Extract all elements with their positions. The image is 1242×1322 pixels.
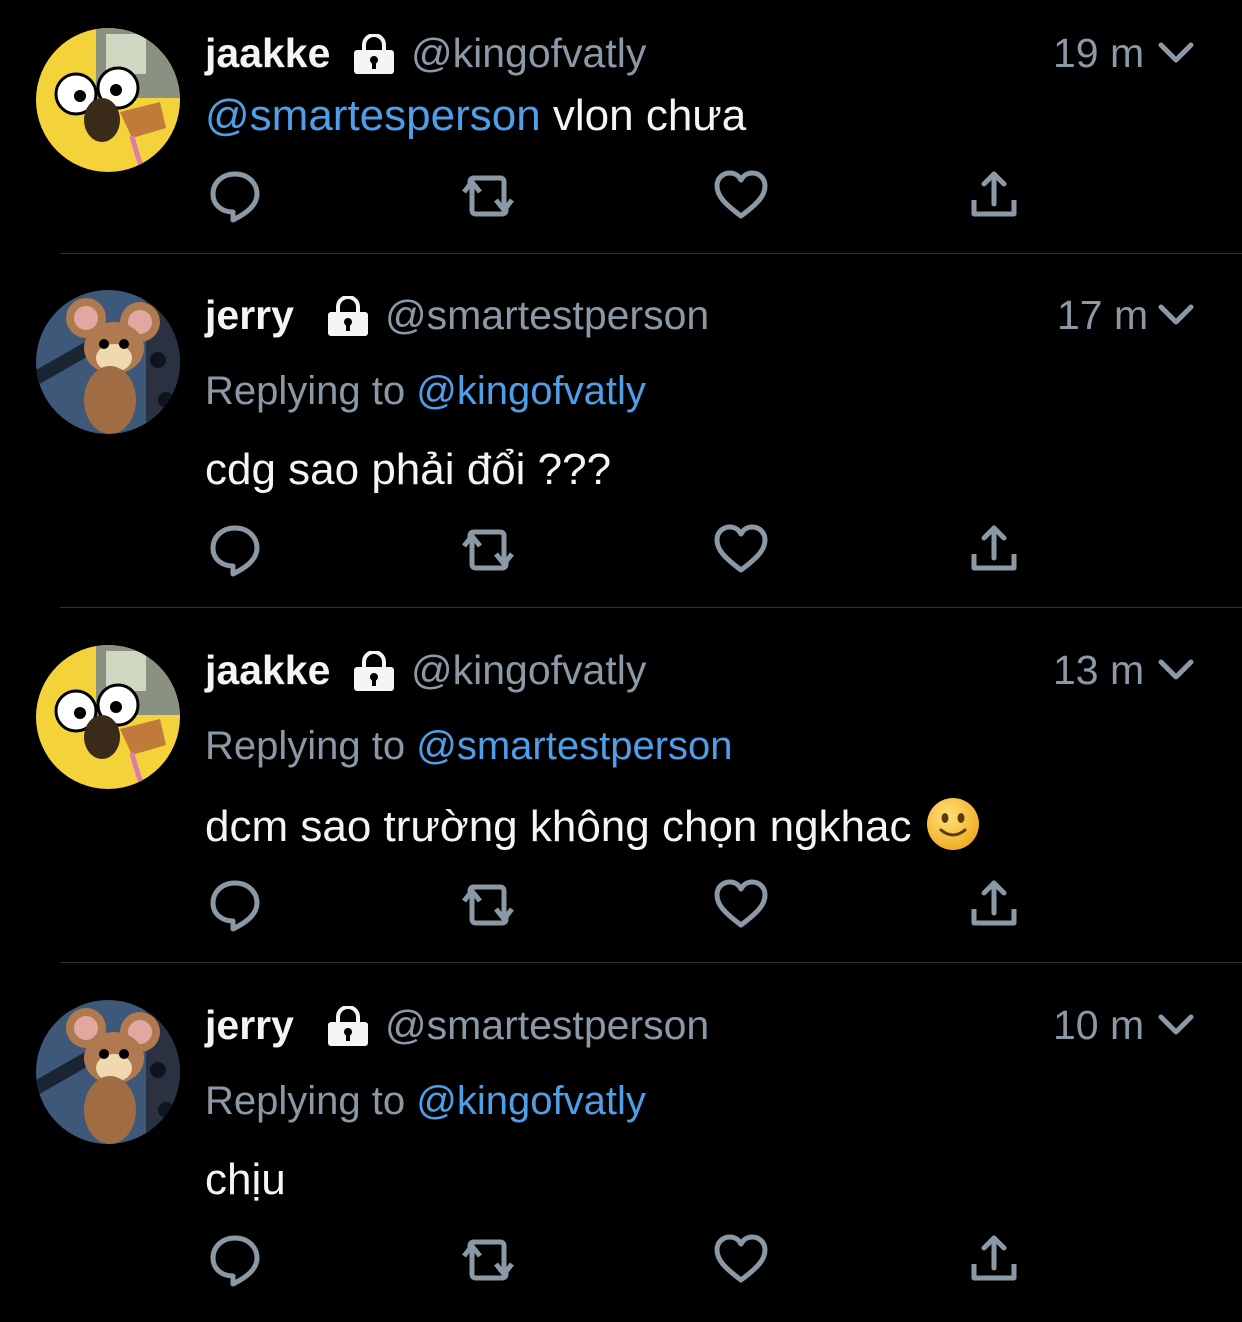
jerry-avatar-icon [36, 290, 180, 434]
retweet-icon [462, 175, 514, 217]
like-icon [714, 879, 768, 928]
like-button[interactable] [713, 522, 769, 578]
retweet-button[interactable] [460, 1232, 516, 1288]
display-name[interactable]: jerry [205, 1000, 294, 1050]
reply-button[interactable] [207, 1232, 263, 1288]
avatar[interactable] [36, 28, 180, 172]
tweet[interactable]: jaakke @kingofvatly 13 m Replying to @sm… [0, 608, 1242, 963]
chevron-down-icon[interactable] [1157, 1012, 1195, 1038]
timestamp: 10 m [1053, 1002, 1145, 1048]
share-button[interactable] [966, 168, 1022, 224]
retweet-icon [462, 884, 514, 926]
reply-icon [210, 525, 260, 577]
reply-icon [210, 1235, 260, 1287]
timestamp: 13 m [1053, 647, 1145, 693]
tweet[interactable]: jaakke @kingofvatly 19 m @smartesperson … [0, 0, 1242, 254]
share-icon [971, 525, 1017, 571]
share-icon [971, 171, 1017, 217]
mention-link[interactable]: @smartestperson [416, 724, 732, 768]
lock-icon [354, 651, 394, 691]
replying-to: Replying to @kingofvatly [205, 366, 646, 416]
retweet-icon [462, 1239, 514, 1281]
jake-avatar-icon [36, 645, 180, 789]
like-icon [714, 524, 768, 573]
retweet-button[interactable] [460, 522, 516, 578]
tweet-text: cdg sao phải đổi ??? [205, 445, 612, 494]
mention-link[interactable]: @kingofvatly [416, 369, 646, 413]
tweet-text: @smartesperson vlon chưa [205, 88, 746, 144]
reply-button[interactable] [207, 168, 263, 224]
tweet-actions [0, 168, 1242, 228]
reply-button[interactable] [207, 522, 263, 578]
tweet[interactable]: jerry @smartestperson 17 m Replying to @… [0, 254, 1242, 608]
timestamp: 19 m [1053, 30, 1145, 76]
tweet-actions [0, 1232, 1242, 1292]
chevron-down-icon[interactable] [1157, 40, 1195, 66]
share-icon [971, 1235, 1017, 1281]
replying-to-label: Replying to [205, 369, 417, 413]
jerry-avatar-icon [36, 1000, 180, 1144]
mention-link[interactable]: @kingofvatly [416, 1079, 646, 1123]
tweet-actions [0, 877, 1242, 937]
lock-icon [328, 1006, 368, 1046]
share-button[interactable] [966, 877, 1022, 933]
tweet-text: dcm sao trường không chọn ngkhac [205, 797, 980, 855]
share-button[interactable] [966, 522, 1022, 578]
chevron-down-icon[interactable] [1157, 657, 1195, 683]
replying-to-label: Replying to [205, 724, 417, 768]
replying-to: Replying to @smartestperson [205, 721, 733, 771]
display-name[interactable]: jaakke [205, 28, 330, 78]
timestamp: 17 m [1057, 292, 1149, 338]
retweet-icon [462, 529, 514, 571]
like-icon [714, 1234, 768, 1283]
replying-to-label: Replying to [205, 1079, 417, 1123]
tweet-text-body: dcm sao trường không chọn ngkhac [205, 802, 912, 851]
tweet-text: chịu [205, 1155, 286, 1204]
jake-avatar-icon [36, 28, 180, 172]
chevron-down-icon[interactable] [1157, 302, 1195, 328]
user-handle[interactable]: @smartestperson [385, 290, 709, 340]
replying-to: Replying to @kingofvatly [205, 1076, 646, 1126]
like-button[interactable] [713, 877, 769, 933]
tweet[interactable]: jerry @smartestperson 10 m Replying to @… [0, 963, 1242, 1322]
slightly-smiling-face-icon [926, 798, 979, 850]
like-button[interactable] [713, 1232, 769, 1288]
avatar[interactable] [36, 1000, 180, 1144]
lock-icon [354, 34, 394, 74]
display-name[interactable]: jaakke [205, 645, 330, 695]
reply-icon [210, 171, 260, 223]
like-icon [714, 170, 768, 219]
share-button[interactable] [966, 1232, 1022, 1288]
avatar[interactable] [36, 645, 180, 789]
retweet-button[interactable] [460, 877, 516, 933]
user-handle[interactable]: @kingofvatly [411, 645, 646, 695]
like-button[interactable] [713, 168, 769, 224]
user-handle[interactable]: @smartestperson [385, 1000, 709, 1050]
reply-icon [210, 880, 260, 932]
display-name[interactable]: jerry [205, 290, 294, 340]
avatar[interactable] [36, 290, 180, 434]
tweet-actions [0, 522, 1242, 582]
user-handle[interactable]: @kingofvatly [411, 28, 646, 78]
lock-icon [328, 296, 368, 336]
retweet-button[interactable] [460, 168, 516, 224]
mention-link[interactable]: @smartesperson [205, 91, 541, 140]
tweet-text-body: vlon chưa [540, 91, 747, 140]
reply-button[interactable] [207, 877, 263, 933]
share-icon [971, 880, 1017, 926]
